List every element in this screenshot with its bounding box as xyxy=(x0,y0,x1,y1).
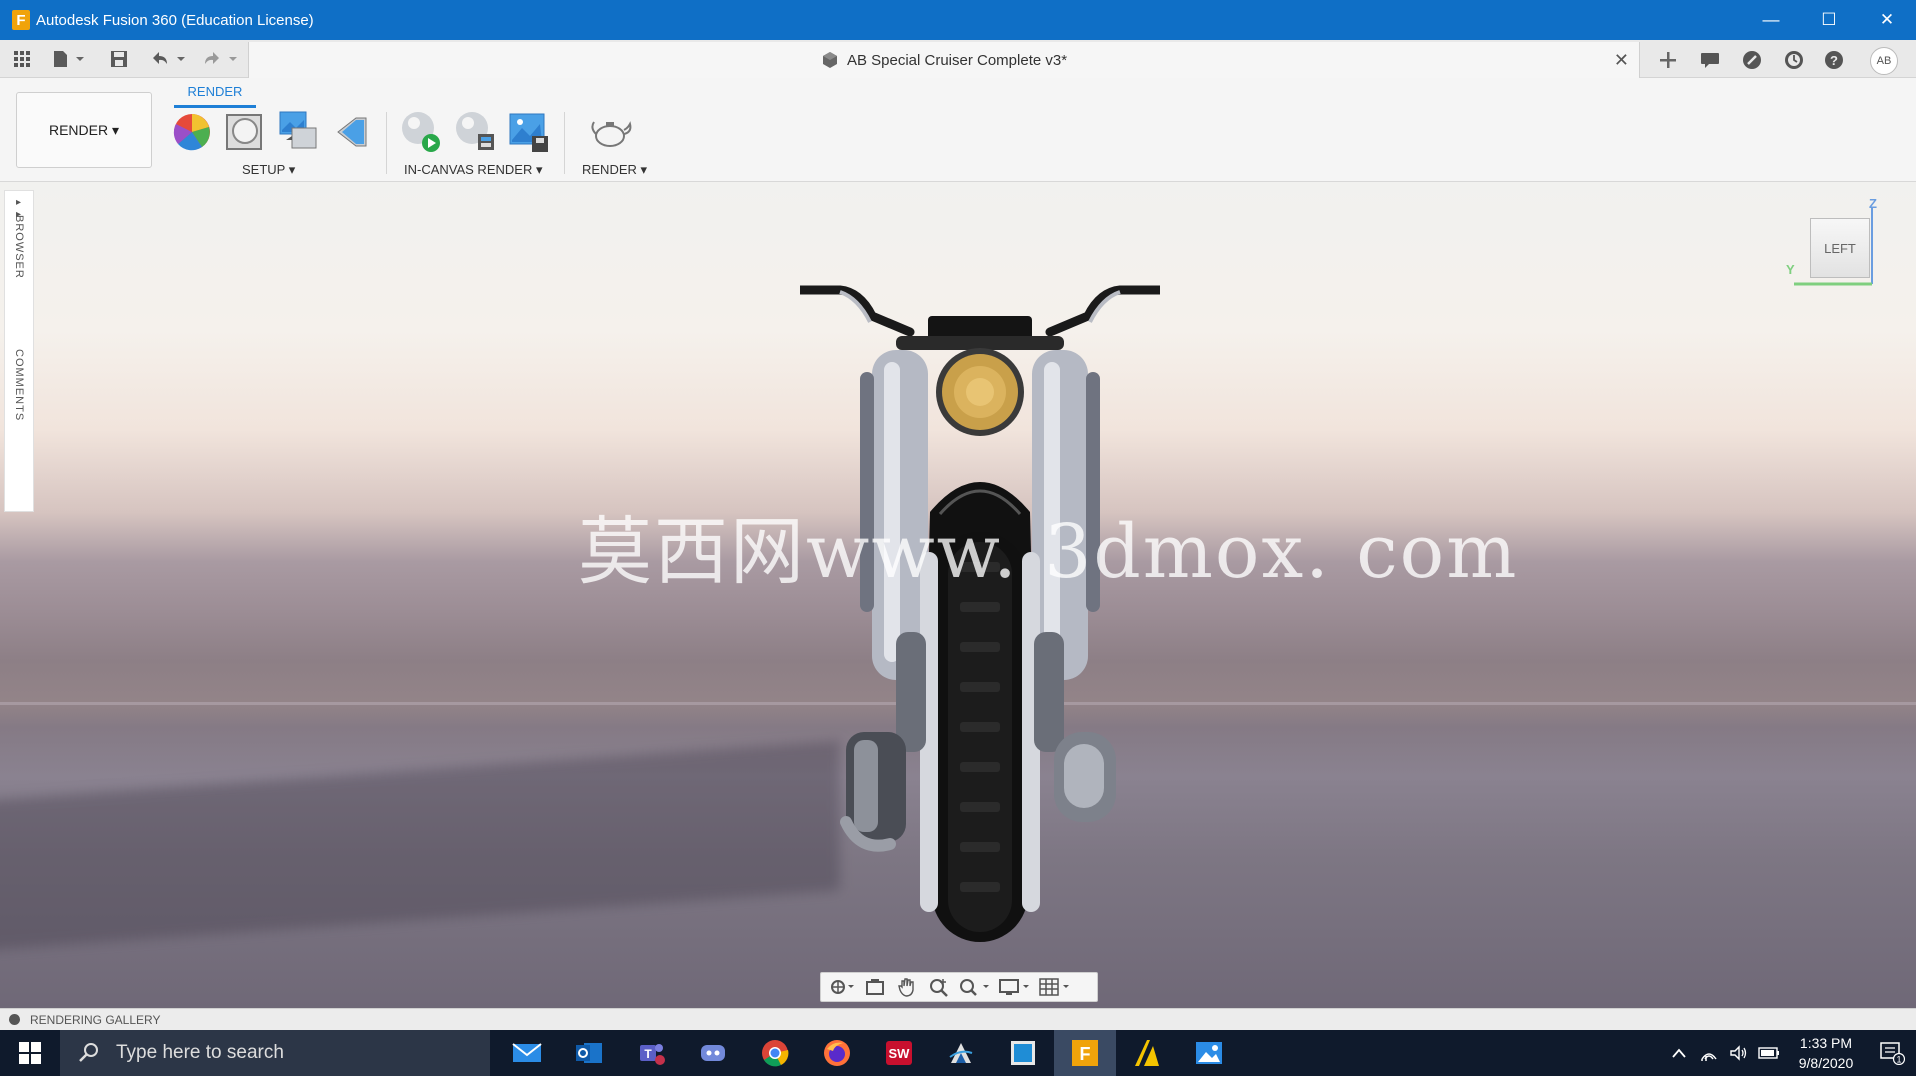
motorcycle-model xyxy=(800,285,1160,942)
in-canvas-settings-icon[interactable] xyxy=(452,110,496,154)
blue-app-icon[interactable] xyxy=(992,1030,1054,1076)
svg-text:F: F xyxy=(1080,1044,1091,1064)
look-at-icon[interactable] xyxy=(859,974,891,1000)
view-cube-face-left[interactable]: LEFT xyxy=(1810,218,1870,278)
in-canvas-render-icon[interactable] xyxy=(398,110,442,154)
windows-logo-icon xyxy=(19,1042,41,1064)
windows-taskbar: Type here to search T SW F 1:33 PM 9/8/2… xyxy=(0,1030,1916,1076)
file-menu-icon[interactable] xyxy=(50,48,88,70)
firefox-app-icon[interactable] xyxy=(806,1030,868,1076)
zoom-icon[interactable] xyxy=(923,974,955,1000)
history-clock-icon[interactable] xyxy=(1782,48,1806,72)
watermark-text: 莫西网www. 3dmox. com xyxy=(578,509,1519,595)
clock-date: 9/8/2020 xyxy=(1798,1055,1854,1071)
clock-time: 1:33 PM xyxy=(1799,1035,1853,1051)
capture-image-icon[interactable] xyxy=(506,110,550,154)
navigation-toolbar xyxy=(820,972,1098,1002)
new-tab-plus-icon[interactable] xyxy=(1656,48,1680,72)
extensions-icon[interactable] xyxy=(1740,48,1764,72)
in-canvas-render-group-label[interactable]: IN-CANVAS RENDER ▾ xyxy=(404,162,542,178)
start-button[interactable] xyxy=(0,1030,60,1076)
outlook-app-icon[interactable] xyxy=(558,1030,620,1076)
autodesk-a-app-icon[interactable] xyxy=(1116,1030,1178,1076)
undo-icon[interactable] xyxy=(148,48,190,70)
discord-app-icon[interactable] xyxy=(682,1030,744,1076)
teams-app-icon[interactable]: T xyxy=(620,1030,682,1076)
y-axis-label: Y xyxy=(1786,262,1795,277)
display-settings-icon[interactable] xyxy=(995,974,1035,1000)
maximize-button[interactable]: ☐ xyxy=(1800,0,1858,40)
canvas-viewport[interactable]: ▸▸ BROWSER COMMENTS 莫西网www. 3dmox. com Z… xyxy=(0,182,1916,1008)
render-teapot-icon[interactable] xyxy=(590,110,634,154)
document-tab[interactable]: AB Special Cruiser Complete v3* ✕ xyxy=(248,42,1640,78)
tray-overflow-chevron-icon[interactable] xyxy=(1664,1030,1694,1076)
battery-icon[interactable] xyxy=(1754,1030,1784,1076)
orbit-icon[interactable] xyxy=(827,974,859,1000)
fusion-app-icon[interactable]: F xyxy=(1054,1030,1116,1076)
volume-icon[interactable] xyxy=(1724,1030,1754,1076)
svg-text:T: T xyxy=(644,1047,652,1061)
toolbar-separator xyxy=(386,112,387,174)
wifi-icon[interactable] xyxy=(1694,1030,1724,1076)
component-icon xyxy=(822,52,837,68)
quick-access-bar: AB Special Cruiser Complete v3* ✕ ? AB xyxy=(0,40,1916,78)
taskbar-search-box[interactable]: Type here to search xyxy=(60,1030,490,1076)
workspace-switcher[interactable]: RENDER ▾ xyxy=(16,92,152,168)
render-group-label[interactable]: RENDER ▾ xyxy=(582,162,647,178)
close-window-button[interactable]: ✕ xyxy=(1858,0,1916,40)
rendering-gallery-bar[interactable]: RENDERING GALLERY xyxy=(0,1008,1916,1030)
ground-shadow xyxy=(0,740,840,954)
taskbar-clock[interactable]: 1:33 PM 9/8/2020 xyxy=(1784,1033,1868,1073)
job-status-icon[interactable] xyxy=(1698,48,1722,72)
appearance-icon[interactable] xyxy=(170,110,214,154)
toolbar-separator xyxy=(564,112,565,174)
help-icon[interactable]: ? xyxy=(1822,48,1846,72)
decal-icon[interactable] xyxy=(330,110,374,154)
setup-group-label[interactable]: SETUP ▾ xyxy=(242,162,295,178)
fusion-logo-icon: F xyxy=(12,10,30,30)
tab-render[interactable]: RENDER xyxy=(174,84,256,108)
ribbon-toolbar: RENDER ▾ RENDER SETUP ▾ IN-CANVAS RENDER… xyxy=(0,78,1916,182)
window-title: Autodesk Fusion 360 (Education License) xyxy=(36,11,314,29)
browser-tab[interactable]: BROWSER xyxy=(13,215,25,279)
save-icon[interactable] xyxy=(108,48,130,70)
action-center-icon[interactable]: 1 xyxy=(1868,1030,1916,1076)
svg-text:?: ? xyxy=(1830,53,1838,68)
side-panel: ▸▸ BROWSER COMMENTS xyxy=(4,190,34,512)
redo-icon[interactable] xyxy=(200,48,242,70)
chrome-app-icon[interactable] xyxy=(744,1030,806,1076)
mail-app-icon[interactable] xyxy=(496,1030,558,1076)
pan-hand-icon[interactable] xyxy=(891,974,923,1000)
fit-zoom-icon[interactable] xyxy=(955,974,995,1000)
minimize-button[interactable]: — xyxy=(1742,0,1800,40)
close-document-icon[interactable]: ✕ xyxy=(1614,50,1629,71)
view-cube[interactable]: Z Y LEFT xyxy=(1780,196,1880,296)
solidworks-app-icon[interactable]: SW xyxy=(868,1030,930,1076)
comments-tab[interactable]: COMMENTS xyxy=(13,349,25,421)
search-icon xyxy=(79,1043,98,1062)
window-controls: — ☐ ✕ xyxy=(1742,0,1916,40)
search-placeholder: Type here to search xyxy=(116,1042,284,1063)
scene-settings-icon[interactable] xyxy=(276,110,320,154)
gallery-toggle-icon[interactable] xyxy=(9,1014,20,1025)
svg-text:SW: SW xyxy=(889,1046,911,1061)
z-axis-label: Z xyxy=(1869,196,1877,211)
data-panel-grid-icon[interactable] xyxy=(10,48,34,70)
user-avatar[interactable]: AB xyxy=(1870,47,1898,75)
window-title-bar: F Autodesk Fusion 360 (Education License… xyxy=(0,0,1916,40)
notification-count: 1 xyxy=(1896,1055,1901,1065)
rendering-gallery-label[interactable]: RENDERING GALLERY xyxy=(30,1013,160,1027)
system-tray: 1:33 PM 9/8/2020 1 xyxy=(1664,1030,1916,1076)
ansys-app-icon[interactable] xyxy=(930,1030,992,1076)
photos-app-icon[interactable] xyxy=(1178,1030,1240,1076)
physical-material-icon[interactable] xyxy=(222,110,266,154)
grid-settings-icon[interactable] xyxy=(1035,974,1075,1000)
document-title: AB Special Cruiser Complete v3* xyxy=(846,51,1068,69)
